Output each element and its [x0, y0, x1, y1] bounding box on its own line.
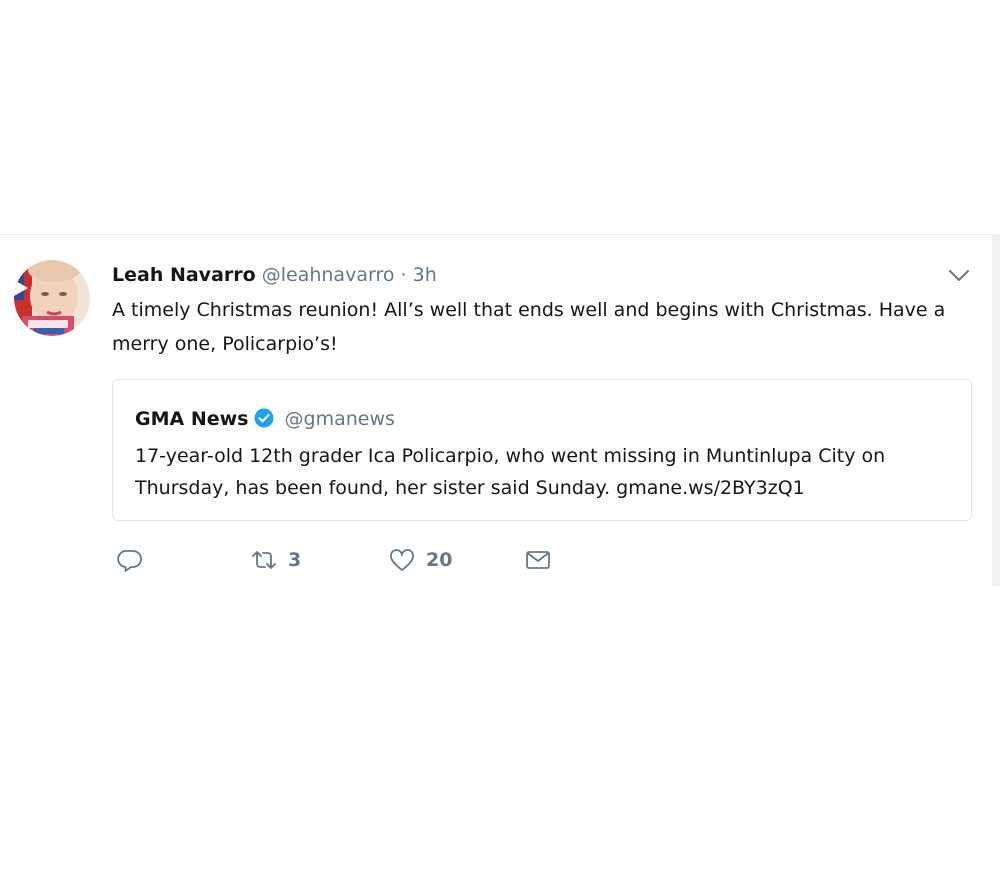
retweet-button[interactable]: 3	[250, 543, 301, 577]
quoted-tweet-text: 17-year-old 12th grader Ica Policarpio, …	[135, 445, 886, 499]
reply-button[interactable]	[116, 543, 144, 577]
reply-icon	[117, 550, 142, 572]
quoted-tweet[interactable]: GMA News @gmanews 17-year-old 12th grade…	[112, 379, 972, 521]
author-handle[interactable]: @leahnavarro	[262, 264, 395, 286]
retweet-count: 3	[288, 549, 302, 571]
avatar-image	[14, 260, 90, 336]
verified-badge-icon	[254, 407, 274, 428]
retweet-icon	[252, 551, 276, 569]
author-name[interactable]: Leah Navarro	[112, 264, 256, 286]
heart-icon	[390, 549, 414, 571]
quoted-author-handle: @gmanews	[284, 408, 395, 430]
separator-dot: ·	[400, 264, 407, 286]
tweet-card[interactable]: Leah Navarro @leahnavarro · 3h A timely …	[0, 234, 992, 586]
envelope-icon	[526, 551, 550, 569]
tweet-time[interactable]: 3h	[413, 264, 437, 286]
tweet-header: Leah Navarro @leahnavarro · 3h	[112, 261, 437, 289]
avatar[interactable]	[14, 260, 90, 336]
direct-message-button[interactable]	[524, 543, 552, 577]
like-button[interactable]: 20	[388, 543, 452, 577]
like-count: 20	[426, 549, 453, 571]
scrollbar-track[interactable]	[992, 234, 1000, 586]
tweet-actions: 3 20	[112, 543, 612, 577]
quoted-author-name: GMA News	[135, 408, 249, 430]
quoted-tweet-header: GMA News @gmanews	[135, 404, 395, 434]
tweet-text: A timely Christmas reunion! All’s well t…	[112, 299, 946, 355]
chevron-down-icon[interactable]	[946, 265, 972, 285]
